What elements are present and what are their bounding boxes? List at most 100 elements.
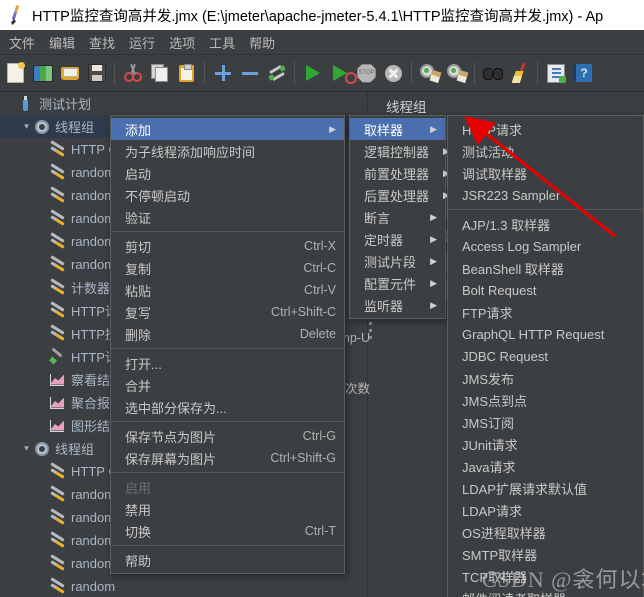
menu-item[interactable]: 为子线程添加响应时间 [111,140,344,162]
menu-item[interactable]: 启用 [111,476,344,498]
menu-item[interactable]: 后置处理器▶ [350,184,450,206]
clear-button[interactable] [416,58,443,88]
menu-item[interactable]: 禁用 [111,498,344,520]
menu-item[interactable]: 配置元件 ▶ [350,272,445,294]
menu-item[interactable]: 帮助 [111,549,344,571]
menu-item[interactable]: 定时器 ▶ [350,228,445,250]
expand-all-button[interactable] [209,58,236,88]
menu-item[interactable]: 复制 Ctrl-C [111,257,344,279]
context-menu[interactable]: 添加 ▶ 为子线程添加响应时间 启动 不停顿启动 验证 剪切 Ctrl-X 复制 Ctrl-C 粘贴… [110,115,345,574]
menu-item[interactable]: 复写 Ctrl+Shift-C [111,301,344,323]
menu-item-label: 测试活动 [462,144,515,160]
menu-item-label: 前置处理器 [364,166,430,182]
menu-item-label: 测试片段 [364,254,417,270]
menu-item-label: HTTP请求 [462,122,522,138]
menu-item[interactable]: Java请求 [448,455,643,477]
menu-item[interactable]: 切换 Ctrl-T [111,520,344,542]
menu-item[interactable]: 取样器 ▶ [350,118,445,140]
search-button[interactable] [479,58,506,88]
clear-all-button[interactable] [443,58,470,88]
menubar-item-options[interactable]: 选项 [162,30,202,55]
menu-item-label: 粘贴 [125,283,152,299]
tree-node[interactable]: random [0,575,367,597]
menu-item[interactable]: JUnit请求 [448,433,643,455]
collapse-all-button[interactable] [236,58,263,88]
menu-item[interactable]: Bolt Request [448,279,643,301]
shutdown-icon [385,64,402,82]
menu-item[interactable]: FTP请求 [448,301,643,323]
shutdown-button[interactable] [380,58,407,88]
menu-item[interactable]: 保存节点为图片 Ctrl-G [111,425,344,447]
reset-search-button[interactable] [506,58,533,88]
menu-item[interactable]: 断言 ▶ [350,206,445,228]
menu-item[interactable]: 启动 [111,162,344,184]
menu-item[interactable]: 添加 ▶ [111,118,344,140]
menubar-item-help[interactable]: 帮助 [242,30,282,55]
menu-item[interactable]: BeanShell 取样器 [448,257,643,279]
menu-item[interactable]: Access Log Sampler [448,235,643,257]
menu-item[interactable]: OS进程取样器 [448,521,643,543]
menu-item[interactable]: 调试取样器 [448,162,643,184]
menu-item[interactable]: 合并 [111,374,344,396]
sampler-submenu[interactable]: HTTP请求 测试活动调试取样器 JSR223 Sampler AJP/1.3 取样器… [447,115,644,597]
copy-button[interactable] [146,58,173,88]
new-button[interactable] [2,58,29,88]
menu-item[interactable]: AJP/1.3 取样器 [448,213,643,235]
menu-item[interactable]: JMS点到点 [448,389,643,411]
tree-node-label: 线程组 [55,120,95,135]
tree-expand-arrow-icon[interactable]: ▾ [20,443,33,454]
menu-item-label: 选中部分保存为... [125,400,227,416]
start-no-pauses-button[interactable] [326,58,357,88]
cut-button[interactable] [119,58,146,88]
stop-button[interactable]: STOP [353,58,380,88]
menu-item[interactable]: JDBC Request [448,345,643,367]
add-submenu[interactable]: 取样器▶逻辑控制器▶前置处理器▶后置处理器▶断言▶定时器▶测试片段▶配置元件▶监… [349,115,450,319]
menu-item-label: JUnit请求 [462,437,518,453]
function-helper-button[interactable] [542,58,569,88]
menu-item[interactable]: 逻辑控制器▶ [350,140,450,162]
menu-item[interactable]: JSR223 Sampler [448,184,643,206]
menu-item[interactable]: LDAP扩展请求默认值 [448,477,643,499]
menu-item[interactable]: JMS订阅 [448,411,643,433]
menu-item[interactable]: 粘贴 Ctrl-V [111,279,344,301]
menu-item[interactable]: 保存屏幕为图片 Ctrl+Shift-G [111,447,344,469]
menu-item[interactable]: GraphQL HTTP Request [448,323,643,345]
menubar-item-tools[interactable]: 工具 [202,30,242,55]
menubar-item-run[interactable]: 运行 [122,30,162,55]
menu-item[interactable]: 选中部分保存为... [111,396,344,418]
menu-item[interactable]: 剪切 Ctrl-X [111,235,344,257]
menubar-item-edit[interactable]: 编辑 [42,30,82,55]
menu-item[interactable]: 前置处理器▶ [350,162,450,184]
tree-node[interactable]: 测试计划 [0,92,367,115]
menu-item[interactable]: 不停顿启动 [111,184,344,206]
menu-item-accelerator: Ctrl-X [304,239,336,253]
save-button[interactable] [83,58,110,88]
menu-item-label: JDBC Request [462,348,548,364]
paste-button[interactable] [173,58,200,88]
menu-item[interactable]: HTTP请求 [448,118,643,140]
tree-expand-arrow-icon[interactable]: ▾ [20,121,33,132]
tree-node-label: 线程组 [55,442,95,457]
help-button[interactable]: ? [569,58,596,88]
tree-node-label: random [71,579,116,594]
menu-item[interactable]: LDAP请求 [448,499,643,521]
paste-icon [179,63,194,82]
menu-item[interactable]: 验证 [111,206,344,228]
menu-item-label: 添加 [125,122,152,138]
start-button[interactable] [299,58,326,88]
menu-item[interactable]: JMS发布 [448,367,643,389]
templates-button[interactable] [29,58,56,88]
tree-node-label: random [71,533,116,548]
menu-item[interactable]: 测试活动 [448,140,643,162]
menu-item-label: 保存节点为图片 [125,429,217,445]
menu-item[interactable]: 打开... [111,352,344,374]
open-button[interactable] [56,58,83,88]
menu-item[interactable]: 监听器 ▶ [350,294,445,316]
menubar-item-search[interactable]: 查找 [82,30,122,55]
toggle-button[interactable] [263,58,290,88]
menu-item[interactable]: 测试片段 ▶ [350,250,445,272]
menubar-item-file[interactable]: 文件 [2,30,42,55]
config-element-icon [49,484,67,503]
menu-item-label: 复写 [125,305,152,321]
menu-item[interactable]: 删除 Delete [111,323,344,345]
